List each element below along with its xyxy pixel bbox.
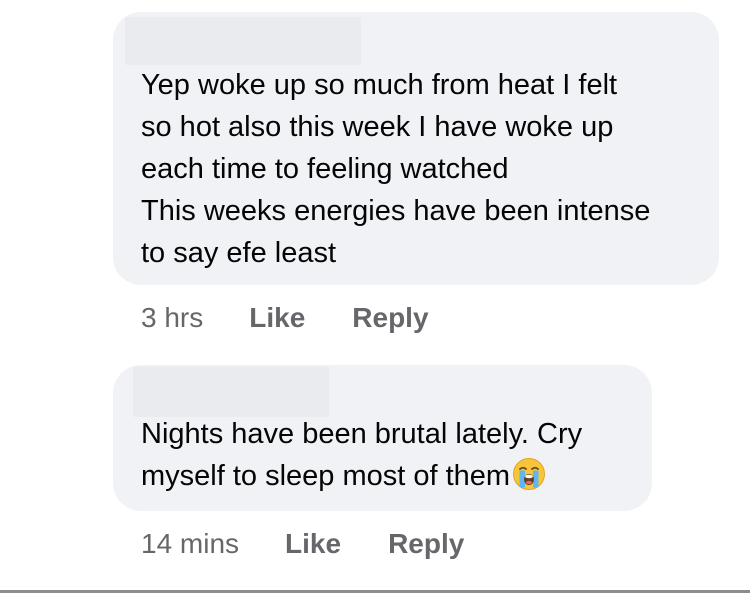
reply-button[interactable]: Reply bbox=[352, 302, 428, 334]
comment-text: Yep woke up so much from heat I felt so … bbox=[141, 69, 651, 269]
bottom-divider bbox=[0, 590, 750, 593]
comment-thread: Yep woke up so much from heat I felt so … bbox=[0, 0, 750, 594]
redacted-author-name bbox=[133, 367, 329, 417]
comment-text: Nights have been brutal lately. Cry myse… bbox=[141, 413, 641, 497]
comment-bubble: Nights have been brutal lately. Cry myse… bbox=[113, 365, 652, 511]
like-button[interactable]: Like bbox=[285, 528, 341, 560]
comment-bubble: Yep woke up so much from heat I felt so … bbox=[113, 12, 719, 285]
comment-timestamp[interactable]: 3 hrs bbox=[141, 302, 203, 334]
reply-button[interactable]: Reply bbox=[388, 528, 464, 560]
redacted-author-name bbox=[125, 17, 361, 65]
like-button[interactable]: Like bbox=[249, 302, 305, 334]
loudly-crying-face-icon bbox=[512, 457, 546, 491]
comment-actions: 14 mins Like Reply bbox=[141, 528, 464, 560]
comment-actions: 3 hrs Like Reply bbox=[141, 302, 429, 334]
comment-timestamp[interactable]: 14 mins bbox=[141, 528, 239, 560]
